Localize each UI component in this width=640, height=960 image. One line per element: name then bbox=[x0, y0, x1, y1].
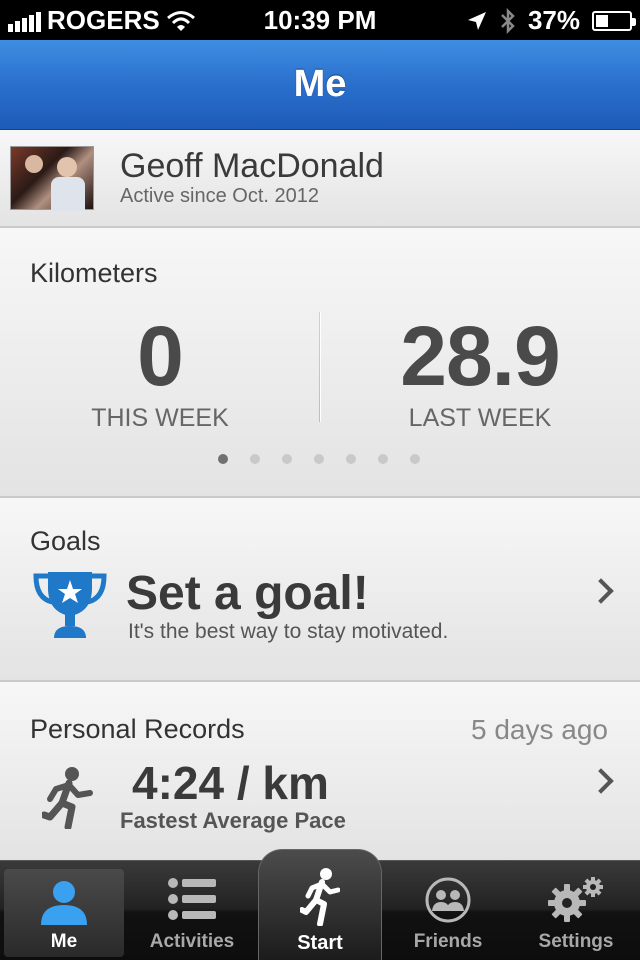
goal-subtitle: It's the best way to stay motivated. bbox=[128, 620, 449, 643]
chevron-right-icon bbox=[588, 578, 614, 604]
page-title: Me bbox=[293, 63, 347, 105]
bluetooth-icon bbox=[501, 7, 515, 34]
goals-label: Goals bbox=[30, 526, 101, 556]
person-icon bbox=[41, 881, 87, 925]
goal-title: Set a goal! bbox=[126, 567, 369, 620]
profile-card[interactable]: Geoff MacDonald Active since Oct. 2012 bbox=[0, 130, 640, 228]
runner-icon bbox=[300, 868, 340, 926]
tab-label: Start bbox=[297, 932, 343, 954]
location-icon bbox=[467, 11, 486, 30]
page-dot[interactable] bbox=[378, 454, 388, 464]
list-icon bbox=[168, 878, 216, 920]
page-dot[interactable] bbox=[250, 454, 260, 464]
battery-charging-icon bbox=[592, 10, 636, 31]
status-bar: ROGERS 10:39 PM 37% bbox=[0, 0, 640, 40]
chevron-right-icon bbox=[588, 768, 614, 794]
battery-percent: 37% bbox=[527, 5, 580, 35]
avatar[interactable] bbox=[10, 146, 94, 211]
goals-card[interactable]: Goals Set a goal! It's the best way to s… bbox=[0, 498, 640, 682]
stats-divider bbox=[319, 312, 321, 422]
tab-label: Friends bbox=[413, 931, 483, 952]
navigation-bar: Me bbox=[0, 40, 640, 130]
last-week-label: LAST WEEK bbox=[408, 404, 552, 432]
tab-label: Activities bbox=[149, 931, 235, 952]
main-content: Geoff MacDonald Active since Oct. 2012 K… bbox=[0, 130, 640, 860]
gears-icon bbox=[548, 877, 603, 922]
friends-icon bbox=[425, 877, 471, 923]
this-week-label: THIS WEEK bbox=[91, 404, 229, 432]
stats-label: Kilometers bbox=[30, 258, 158, 288]
tab-activities[interactable]: Activities bbox=[128, 861, 256, 960]
trophy-icon bbox=[33, 572, 107, 638]
last-week-value: 28.9 bbox=[400, 309, 561, 403]
tab-bar: Me Activities Start Friends Settings bbox=[0, 849, 640, 960]
distance-stats-card[interactable]: Kilometers 0 THIS WEEK 28.9 LAST WEEK bbox=[0, 228, 640, 498]
profile-active-since: Active since Oct. 2012 bbox=[120, 185, 319, 207]
personal-records-card[interactable]: Personal Records 5 days ago 4:24 / km Fa… bbox=[0, 682, 640, 860]
page-dot[interactable] bbox=[218, 454, 228, 464]
record-value: 4:24 / km bbox=[132, 757, 329, 809]
tab-me[interactable]: Me bbox=[4, 869, 124, 957]
runner-icon bbox=[42, 767, 93, 829]
this-week-value: 0 bbox=[137, 309, 184, 403]
record-caption: Fastest Average Pace bbox=[120, 808, 346, 833]
tab-settings[interactable]: Settings bbox=[512, 861, 640, 960]
records-label: Personal Records bbox=[30, 714, 245, 744]
tab-label: Me bbox=[50, 931, 78, 952]
tab-label: Settings bbox=[538, 931, 614, 952]
page-dot[interactable] bbox=[346, 454, 356, 464]
profile-name: Geoff MacDonald bbox=[120, 147, 384, 185]
page-dot[interactable] bbox=[314, 454, 324, 464]
page-dot[interactable] bbox=[410, 454, 420, 464]
page-dot[interactable] bbox=[282, 454, 292, 464]
tab-friends[interactable]: Friends bbox=[384, 861, 512, 960]
tab-start[interactable]: Start bbox=[258, 849, 382, 960]
records-time-ago: 5 days ago bbox=[471, 714, 608, 745]
page-indicator[interactable] bbox=[218, 454, 420, 464]
